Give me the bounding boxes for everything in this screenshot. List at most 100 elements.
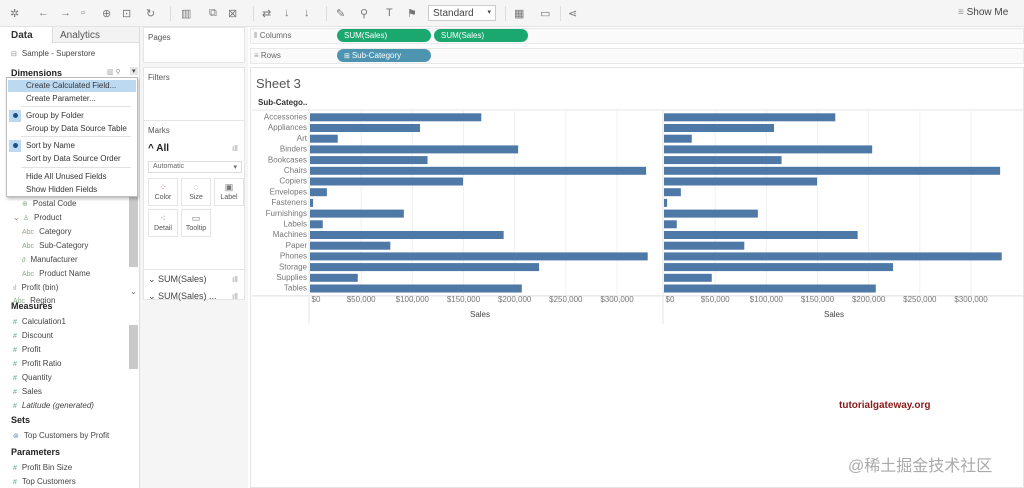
bar-bookcases[interactable]	[664, 156, 782, 165]
scroll-down-icon[interactable]: ⌄	[130, 287, 137, 296]
field-item[interactable]: ⊚ Top Customers by Profit	[13, 431, 109, 440]
bar-binders[interactable]	[664, 145, 873, 154]
field-item[interactable]: Abc Category	[22, 227, 72, 236]
bar-paper[interactable]	[664, 241, 745, 250]
bar-copiers[interactable]	[664, 177, 818, 186]
swap-icon[interactable]: ⇄	[262, 7, 271, 20]
bar-labels[interactable]	[310, 220, 323, 229]
label-button[interactable]: ▣ Label	[214, 178, 244, 206]
save-icon[interactable]: ▫	[81, 7, 85, 19]
datasource[interactable]: ⊟ Sample - Superstore	[11, 49, 95, 58]
bar-binders[interactable]	[310, 145, 519, 154]
tableau-logo-icon[interactable]: ✲	[10, 7, 19, 20]
sort-desc-icon[interactable]: ↓	[304, 7, 310, 19]
pages-card[interactable]: Pages	[143, 27, 245, 63]
presentation-icon[interactable]: ▭	[540, 7, 550, 20]
clear-icon[interactable]: ⊠	[228, 7, 237, 20]
size-button[interactable]: ◌ Size	[181, 178, 211, 206]
bar-machines[interactable]	[310, 231, 504, 239]
menu-item[interactable]: Sort by Data Source Order	[8, 153, 136, 165]
tab-data[interactable]: Data	[11, 30, 33, 41]
field-item[interactable]: # Profit Ratio	[13, 359, 61, 368]
bar-supplies[interactable]	[664, 273, 712, 282]
field-item[interactable]: # Top Customers	[13, 477, 76, 486]
menu-item[interactable]: Show Hidden Fields	[8, 184, 136, 196]
bar-tables[interactable]	[310, 284, 522, 293]
field-item[interactable]: ıl Profit (bin)	[13, 283, 58, 292]
bar-furnishings[interactable]	[664, 209, 758, 218]
field-item[interactable]: ⌄ ♙ Product	[13, 213, 62, 222]
bar-chairs[interactable]	[310, 166, 647, 175]
marks-card-sum-sales-1[interactable]: ⌄ SUM(Sales)	[148, 274, 207, 285]
bar-accessories[interactable]	[310, 113, 482, 122]
label-icon[interactable]: T	[386, 7, 393, 19]
show-me-button[interactable]: ≡ Show Me	[958, 7, 1008, 18]
bar-storage[interactable]	[310, 263, 540, 272]
bar-fasteners[interactable]	[310, 198, 314, 207]
bar-tables[interactable]	[664, 284, 876, 293]
field-item[interactable]: Abc Product Name	[22, 269, 90, 278]
refresh-icon[interactable]: ↻	[146, 7, 155, 20]
field-item[interactable]: Abc Sub-Category	[22, 241, 88, 250]
bar-paper[interactable]	[310, 241, 391, 250]
tooltip-button[interactable]: ▭ Tooltip	[181, 209, 211, 237]
menu-item[interactable]: Sort by Name	[8, 140, 136, 152]
menu-item[interactable]: Group by Folder	[8, 110, 136, 122]
menu-item[interactable]: Create Parameter...	[8, 93, 136, 105]
field-item[interactable]: # Latitude (generated)	[13, 401, 94, 410]
field-item[interactable]: ∂ Manufacturer	[22, 255, 78, 264]
highlight-icon[interactable]: ✎	[336, 7, 345, 20]
column-pill-sum-sales[interactable]: SUM(Sales)	[337, 29, 431, 42]
bar-storage[interactable]	[664, 263, 894, 272]
bar-copiers[interactable]	[310, 177, 464, 186]
bar-envelopes[interactable]	[310, 188, 327, 197]
bar-supplies[interactable]	[310, 273, 358, 282]
measures-scrollbar[interactable]	[129, 325, 138, 369]
bar-appliances[interactable]	[310, 124, 421, 132]
field-item[interactable]: # Profit	[13, 345, 41, 354]
row-pill-sub-category[interactable]: ⊞ Sub-Category	[337, 49, 431, 62]
bar-fasteners[interactable]	[664, 198, 668, 207]
menu-item[interactable]: Hide All Unused Fields	[8, 171, 136, 183]
chart-icon[interactable]: ▦	[514, 7, 524, 20]
menu-item[interactable]: Create Calculated Field...	[8, 80, 136, 92]
style-select[interactable]: Standard ▾	[428, 5, 496, 21]
column-pill-sum-sales[interactable]: SUM(Sales)	[434, 29, 528, 42]
field-item[interactable]: # Profit Bin Size	[13, 463, 72, 472]
bar-bookcases[interactable]	[310, 156, 428, 165]
bar-machines[interactable]	[664, 231, 858, 239]
menu-dropdown-icon[interactable]: ▾	[130, 67, 138, 75]
bar-furnishings[interactable]	[310, 209, 404, 218]
bar-art[interactable]	[664, 134, 692, 143]
bar-phones[interactable]	[310, 252, 648, 261]
new-datasource-icon[interactable]: ⊕	[102, 7, 111, 20]
back-icon[interactable]: ←	[38, 7, 49, 19]
bar-accessories[interactable]	[664, 113, 836, 122]
bar-envelopes[interactable]	[664, 188, 681, 197]
bar-chairs[interactable]	[664, 166, 1001, 175]
bar-appliances[interactable]	[664, 124, 775, 132]
field-item[interactable]: # Sales	[13, 387, 42, 396]
mark-type-select[interactable]: Automatic ▾	[148, 161, 242, 173]
group-icon[interactable]: ⚲	[360, 7, 368, 20]
menu-item[interactable]: Group by Data Source Table	[8, 123, 136, 135]
pause-icon[interactable]: ⊡	[122, 7, 131, 20]
field-item[interactable]: # Quantity	[13, 373, 52, 382]
duplicate-icon[interactable]: ⧉	[209, 7, 217, 20]
view-toggle-icon[interactable]: ▥ ⚲	[107, 68, 121, 76]
marks-card-sum-sales-2[interactable]: ⌄ SUM(Sales) ...	[148, 291, 217, 302]
field-item[interactable]: ⊕ Postal Code	[22, 199, 76, 208]
detail-button[interactable]: ⁖ Detail	[148, 209, 178, 237]
field-item[interactable]: # Calculation1	[13, 317, 66, 326]
color-button[interactable]: ⁘ Color	[148, 178, 178, 206]
new-worksheet-icon[interactable]: ▥	[181, 7, 191, 20]
forward-icon[interactable]: →	[60, 7, 71, 19]
field-item[interactable]: # Discount	[13, 331, 53, 340]
share-icon[interactable]: ⋖	[568, 7, 577, 20]
pin-icon[interactable]: ⚑	[407, 7, 417, 20]
tab-analytics-label[interactable]: Analytics	[60, 30, 100, 41]
sort-asc-icon[interactable]: ↓	[284, 7, 290, 19]
bar-labels[interactable]	[664, 220, 677, 229]
bar-phones[interactable]	[664, 252, 1002, 261]
bar-art[interactable]	[310, 134, 338, 143]
